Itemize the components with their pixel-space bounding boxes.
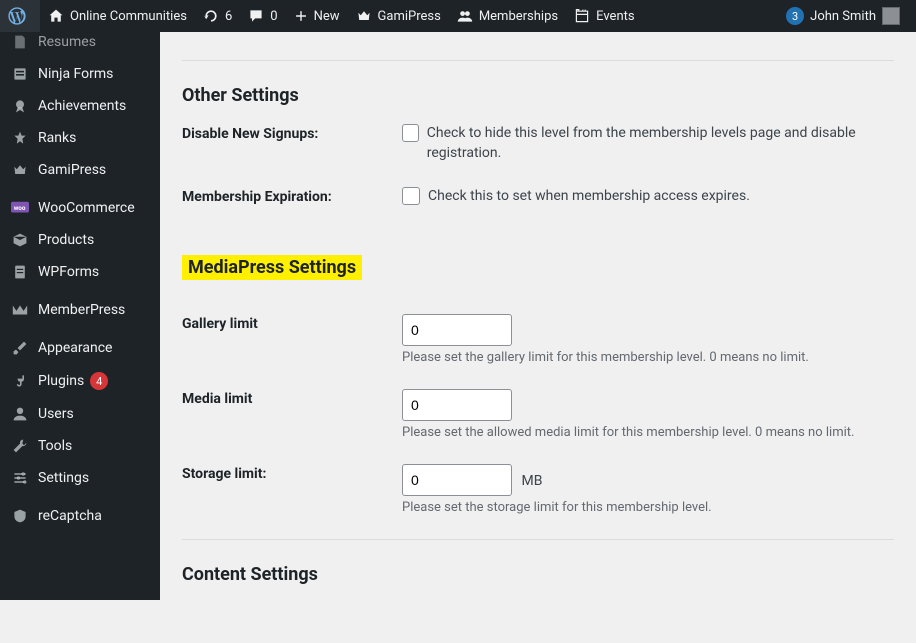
svg-text:woo: woo <box>14 204 26 212</box>
storage-limit-unit: MB <box>521 473 542 489</box>
menu-ninja-forms[interactable]: Ninja Forms <box>0 58 160 90</box>
comment-icon <box>248 8 264 24</box>
gallery-limit-input[interactable] <box>402 314 512 346</box>
media-limit-input[interactable] <box>402 389 512 421</box>
groups-icon <box>457 8 473 24</box>
wp-logo[interactable] <box>0 0 40 32</box>
storage-limit-label: Storage limit: <box>182 464 402 515</box>
menu-users[interactable]: Users <box>0 398 160 430</box>
events-label: Events <box>596 9 634 24</box>
refresh-icon <box>203 8 219 24</box>
events-link[interactable]: Events <box>566 0 642 32</box>
media-limit-help: Please set the allowed media limit for t… <box>402 425 894 440</box>
clipboard-icon <box>10 264 30 280</box>
site-name: Online Communities <box>70 9 187 24</box>
brush-icon <box>10 340 30 356</box>
expiration-checkbox[interactable] <box>402 187 420 205</box>
plus-icon <box>294 9 308 23</box>
menu-plugins[interactable]: Plugins 4 <box>0 364 160 398</box>
comments-link[interactable]: 0 <box>240 0 285 32</box>
menu-wpforms[interactable]: WPForms <box>0 256 160 288</box>
plugins-update-badge: 4 <box>90 372 108 390</box>
main-content: Other Settings Disable New Signups: Chec… <box>160 0 916 643</box>
storage-limit-input[interactable] <box>402 464 512 496</box>
menu-gamipress[interactable]: GamiPress <box>0 154 160 186</box>
other-settings-heading: Other Settings <box>182 85 894 106</box>
new-content-link[interactable]: New <box>286 0 348 32</box>
box-icon <box>10 232 30 248</box>
memberships-label: Memberships <box>479 9 558 24</box>
memberships-link[interactable]: Memberships <box>449 0 566 32</box>
admin-toolbar: Online Communities 6 0 New GamiPress Mem… <box>0 0 916 32</box>
expiration-option[interactable]: Check this to set when membership access… <box>402 187 894 207</box>
star-icon <box>10 130 30 146</box>
divider <box>182 539 894 540</box>
disable-signups-desc: Check to hide this level from the member… <box>427 124 894 163</box>
menu-tools[interactable]: Tools <box>0 430 160 462</box>
menu-appearance[interactable]: Appearance <box>0 332 160 364</box>
new-label: New <box>314 9 340 24</box>
form-icon <box>10 66 30 82</box>
crown-icon <box>10 162 30 178</box>
calendar-icon <box>574 8 590 24</box>
comments-count: 0 <box>270 9 277 24</box>
award-icon <box>10 98 30 114</box>
document-icon <box>10 34 30 50</box>
plug-icon <box>10 373 30 389</box>
gallery-limit-row: Gallery limit Please set the gallery lim… <box>182 314 894 365</box>
crown-icon <box>356 8 372 24</box>
memberpress-icon <box>10 303 30 317</box>
gamipress-label: GamiPress <box>378 9 441 24</box>
menu-recaptcha[interactable]: reCaptcha <box>0 500 160 532</box>
home-icon <box>48 8 64 24</box>
storage-limit-help: Please set the storage limit for this me… <box>402 500 894 515</box>
menu-achievements[interactable]: Achievements <box>0 90 160 122</box>
menu-woocommerce[interactable]: woo WooCommerce <box>0 192 160 224</box>
menu-memberpress[interactable]: MemberPress <box>0 294 160 326</box>
site-name-link[interactable]: Online Communities <box>40 0 195 32</box>
expiration-desc: Check this to set when membership access… <box>428 187 750 207</box>
gallery-limit-label: Gallery limit <box>182 314 402 365</box>
updates-count: 6 <box>225 9 232 24</box>
storage-limit-row: Storage limit: MB Please set the storage… <box>182 464 894 515</box>
disable-signups-option[interactable]: Check to hide this level from the member… <box>402 124 894 163</box>
gamipress-link[interactable]: GamiPress <box>348 0 449 32</box>
user-account-link[interactable]: 3 John Smith <box>778 0 908 32</box>
expiration-row: Membership Expiration: Check this to set… <box>182 187 894 207</box>
sliders-icon <box>10 470 30 486</box>
disable-signups-checkbox[interactable] <box>402 124 419 142</box>
expiration-label: Membership Expiration: <box>182 187 402 207</box>
wordpress-icon <box>8 7 26 25</box>
menu-products[interactable]: Products <box>0 224 160 256</box>
notification-badge: 3 <box>786 7 804 25</box>
person-icon <box>10 406 30 422</box>
divider <box>182 60 894 61</box>
updates-link[interactable]: 6 <box>195 0 240 32</box>
mediapress-settings-heading: MediaPress Settings <box>182 255 362 280</box>
woo-icon: woo <box>10 201 30 215</box>
wrench-icon <box>10 438 30 454</box>
disable-signups-label: Disable New Signups: <box>182 124 402 163</box>
menu-settings[interactable]: Settings <box>0 462 160 494</box>
user-name: John Smith <box>810 9 876 24</box>
gallery-limit-help: Please set the gallery limit for this me… <box>402 350 894 365</box>
media-limit-row: Media limit Please set the allowed media… <box>182 389 894 440</box>
menu-resumes[interactable]: Resumes <box>0 32 160 58</box>
shield-icon <box>10 508 30 524</box>
media-limit-label: Media limit <box>182 389 402 440</box>
admin-sidebar: Resumes Ninja Forms Achievements Ranks G… <box>0 32 160 600</box>
avatar-icon <box>882 7 900 25</box>
content-settings-heading: Content Settings <box>182 564 894 585</box>
menu-ranks[interactable]: Ranks <box>0 122 160 154</box>
disable-signups-row: Disable New Signups: Check to hide this … <box>182 124 894 163</box>
